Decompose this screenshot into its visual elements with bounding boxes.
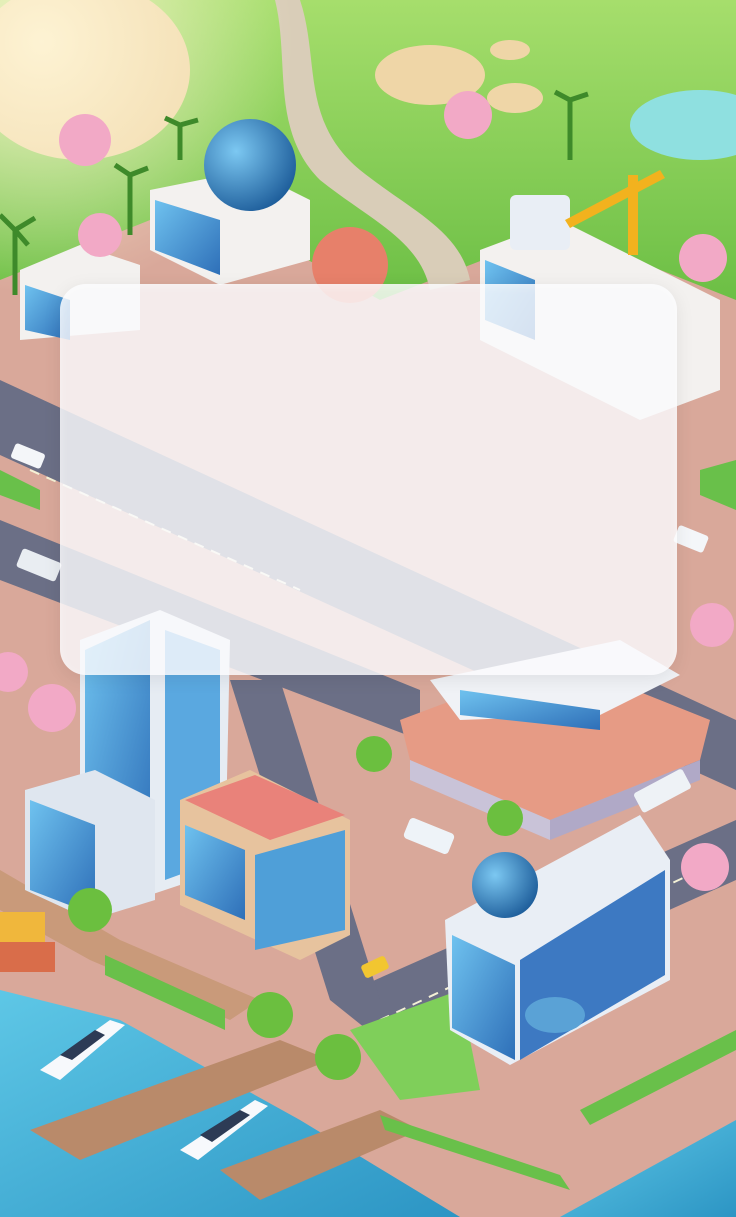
overlay-panel	[60, 284, 677, 675]
cargo-crate	[0, 942, 55, 972]
cargo-crate	[0, 912, 45, 942]
glass-dome	[472, 852, 538, 918]
globe-dome	[204, 119, 296, 211]
